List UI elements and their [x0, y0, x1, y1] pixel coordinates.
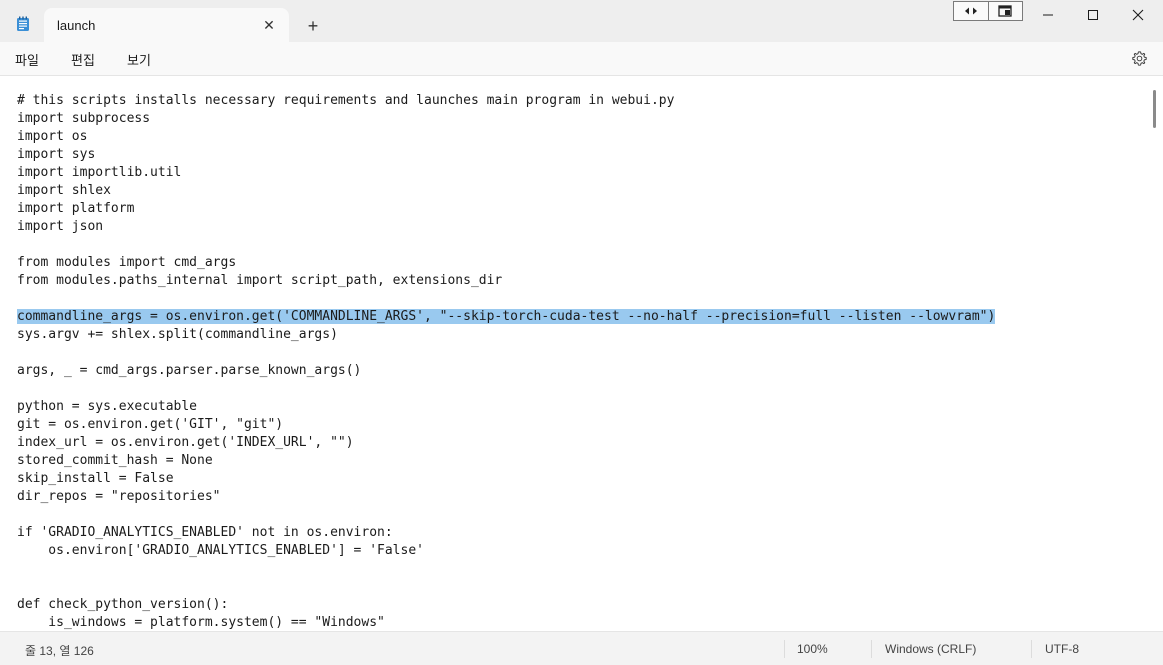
status-divider	[784, 640, 785, 658]
menu-view[interactable]: 보기	[127, 50, 151, 69]
code-line: def check_python_version():	[17, 596, 995, 614]
text-editor[interactable]: # this scripts installs necessary requir…	[0, 76, 1163, 631]
notepad-icon	[16, 16, 30, 32]
encoding[interactable]: UTF-8	[1045, 642, 1079, 656]
snap-arrows-icon[interactable]	[954, 2, 988, 20]
code-line-text: import os	[17, 129, 88, 144]
code-line: args, _ = cmd_args.parser.parse_known_ar…	[17, 362, 995, 380]
code-line-text: import platform	[17, 201, 135, 216]
maximize-icon	[1088, 10, 1098, 20]
menu-file[interactable]: 파일	[15, 50, 39, 69]
tab-close-button[interactable]: ✕	[259, 15, 279, 35]
code-line-text: dir_repos = "repositories"	[17, 489, 221, 504]
code-line: sys.argv += shlex.split(commandline_args…	[17, 326, 995, 344]
code-line: index_url = os.environ.get('INDEX_URL', …	[17, 434, 995, 452]
code-line: stored_commit_hash = None	[17, 452, 995, 470]
code-line-text: if 'GRADIO_ANALYTICS_ENABLED' not in os.…	[17, 525, 393, 540]
code-line-text: import subprocess	[17, 111, 151, 126]
code-content[interactable]: # this scripts installs necessary requir…	[17, 92, 996, 631]
zoom-level[interactable]: 100%	[797, 642, 828, 656]
code-line-text: # this scripts installs necessary requir…	[17, 93, 675, 108]
code-line-text: python = sys.executable	[17, 399, 198, 414]
code-line: os.environ['GRADIO_ANALYTICS_ENABLED'] =…	[17, 542, 995, 560]
status-bar: 줄 13, 열 126 100% Windows (CRLF) UTF-8	[0, 631, 1163, 665]
code-line: is_windows = platform.system() == "Windo…	[17, 614, 995, 631]
code-line: skip_install = False	[17, 470, 995, 488]
menu-bar: 파일 편집 보기	[0, 42, 1163, 76]
notepad-window: launch ✕ + 파일 편집 보기 # this scripts insta…	[0, 0, 1163, 665]
code-line: from modules.paths_internal import scrip…	[17, 272, 995, 290]
code-line-text: args, _ = cmd_args.parser.parse_known_ar…	[17, 363, 362, 378]
code-line: import os	[17, 128, 995, 146]
snap-window-icon[interactable]	[987, 2, 1023, 20]
code-line: git = os.environ.get('GIT', "git")	[17, 416, 995, 434]
minimize-icon	[1043, 14, 1053, 16]
code-line-text: def check_python_version():	[17, 597, 229, 612]
code-line-text: from modules import cmd_args	[17, 255, 237, 270]
code-line: # this scripts installs necessary requir…	[17, 92, 995, 110]
code-line-text: import shlex	[17, 183, 111, 198]
code-line-text: commandline_args = os.environ.get('COMMA…	[17, 309, 996, 324]
code-line: import subprocess	[17, 110, 995, 128]
title-bar: launch ✕ +	[0, 0, 1163, 42]
close-button[interactable]	[1115, 0, 1161, 30]
code-line: import importlib.util	[17, 164, 995, 182]
cursor-position: 줄 13, 열 126	[25, 644, 94, 658]
snap-toolbar	[953, 1, 1023, 21]
maximize-button[interactable]	[1070, 0, 1116, 30]
code-line-text: skip_install = False	[17, 471, 174, 486]
status-divider	[1031, 640, 1032, 658]
code-line: import sys	[17, 146, 995, 164]
code-line-text: sys.argv += shlex.split(commandline_args…	[17, 327, 338, 342]
code-line: python = sys.executable	[17, 398, 995, 416]
code-line: import platform	[17, 200, 995, 218]
vertical-scrollbar[interactable]	[1153, 90, 1156, 128]
minimize-button[interactable]	[1025, 0, 1071, 30]
code-line-text: import sys	[17, 147, 96, 162]
code-line: from modules import cmd_args	[17, 254, 995, 272]
gear-icon[interactable]	[1131, 50, 1148, 67]
code-line-text: from modules.paths_internal import scrip…	[17, 273, 503, 288]
code-line: dir_repos = "repositories"	[17, 488, 995, 506]
code-line-text: git = os.environ.get('GIT', "git")	[17, 417, 284, 432]
code-line: import json	[17, 218, 995, 236]
code-line-text: os.environ['GRADIO_ANALYTICS_ENABLED'] =…	[17, 543, 424, 558]
line-ending[interactable]: Windows (CRLF)	[885, 642, 976, 656]
selected-code-line: commandline_args = os.environ.get('COMMA…	[17, 308, 996, 326]
tab-title: launch	[57, 18, 96, 33]
tab-launch[interactable]: launch ✕	[44, 8, 289, 42]
code-line-text: index_url = os.environ.get('INDEX_URL', …	[17, 435, 354, 450]
code-line-text: import importlib.util	[17, 165, 182, 180]
new-tab-button[interactable]: +	[300, 14, 326, 38]
code-line-text: stored_commit_hash = None	[17, 453, 213, 468]
code-line-text: is_windows = platform.system() == "Windo…	[17, 615, 385, 630]
status-divider	[871, 640, 872, 658]
code-line: import shlex	[17, 182, 995, 200]
code-line: if 'GRADIO_ANALYTICS_ENABLED' not in os.…	[17, 524, 995, 542]
close-icon	[1132, 9, 1144, 21]
menu-edit[interactable]: 편집	[71, 50, 95, 69]
code-line-text: import json	[17, 219, 104, 234]
